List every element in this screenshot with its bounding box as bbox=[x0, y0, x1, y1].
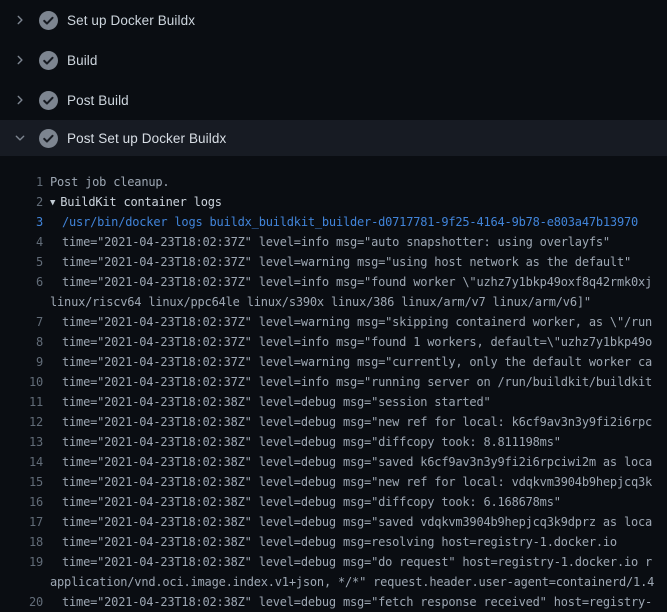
log-line-text: time="2021-04-23T18:02:37Z" level=info m… bbox=[43, 232, 610, 252]
log-line-number[interactable]: 14 bbox=[0, 452, 43, 472]
log-line-number[interactable]: 19 bbox=[0, 552, 43, 572]
log-line-number[interactable]: 9 bbox=[0, 352, 43, 372]
log-line[interactable]: 12time="2021-04-23T18:02:38Z" level=debu… bbox=[0, 412, 667, 432]
log-line[interactable]: 3/usr/bin/docker logs buildx_buildkit_bu… bbox=[0, 212, 667, 232]
group-expanded-triangle-icon[interactable]: ▼ bbox=[50, 193, 55, 212]
log-line-number[interactable]: 10 bbox=[0, 372, 43, 392]
log-line-number[interactable]: 8 bbox=[0, 332, 43, 352]
log-line[interactable]: 4time="2021-04-23T18:02:37Z" level=info … bbox=[0, 232, 667, 252]
actions-log-viewer: Set up Docker Buildx Build Post Build Post … bbox=[0, 0, 667, 600]
log-line[interactable]: 6time="2021-04-23T18:02:37Z" level=info … bbox=[0, 272, 667, 292]
log-line-text: BuildKit container logs bbox=[60, 195, 222, 209]
log-line-number[interactable]: 13 bbox=[0, 432, 43, 452]
log-line[interactable]: application/vnd.oci.image.index.v1+json,… bbox=[0, 572, 667, 592]
step-title: Build bbox=[67, 53, 98, 68]
log-line[interactable]: linux/riscv64 linux/ppc64le linux/s390x … bbox=[0, 292, 667, 312]
log-line-number[interactable]: 18 bbox=[0, 532, 43, 552]
step-row[interactable]: Set up Docker Buildx bbox=[0, 0, 667, 40]
log-line[interactable]: 20time="2021-04-23T18:02:38Z" level=debu… bbox=[0, 592, 667, 612]
log-line[interactable]: 1Post job cleanup. bbox=[0, 172, 667, 192]
chevron-right-icon[interactable] bbox=[12, 52, 28, 68]
log-line-text: time="2021-04-23T18:02:37Z" level=warnin… bbox=[43, 352, 652, 372]
log-line[interactable]: 2 ▼ BuildKit container logs bbox=[0, 192, 667, 212]
check-circle-icon bbox=[38, 90, 58, 110]
log-line[interactable]: 16time="2021-04-23T18:02:38Z" level=debu… bbox=[0, 492, 667, 512]
log-line-number[interactable]: 4 bbox=[0, 232, 43, 252]
log-line-number[interactable]: 16 bbox=[0, 492, 43, 512]
chevron-down-icon[interactable] bbox=[12, 130, 28, 146]
step-row[interactable]: Build bbox=[0, 40, 667, 80]
step-title: Set up Docker Buildx bbox=[67, 13, 195, 28]
log-line-text: time="2021-04-23T18:02:38Z" level=debug … bbox=[43, 492, 561, 512]
log-line-text: time="2021-04-23T18:02:37Z" level=info m… bbox=[43, 272, 652, 292]
step-row[interactable]: Post Set up Docker Buildx bbox=[0, 120, 667, 156]
log-line-number[interactable]: 12 bbox=[0, 412, 43, 432]
log-line-number[interactable]: 3 bbox=[0, 212, 43, 232]
log-line[interactable]: 18time="2021-04-23T18:02:38Z" level=debu… bbox=[0, 532, 667, 552]
log-line[interactable]: 15time="2021-04-23T18:02:38Z" level=debu… bbox=[0, 472, 667, 492]
log-line-text: time="2021-04-23T18:02:37Z" level=info m… bbox=[43, 372, 652, 392]
log-line[interactable]: 10time="2021-04-23T18:02:37Z" level=info… bbox=[0, 372, 667, 392]
log-line-number[interactable]: 1 bbox=[0, 172, 43, 192]
log-line[interactable]: 11time="2021-04-23T18:02:38Z" level=debu… bbox=[0, 392, 667, 412]
log-line-text: time="2021-04-23T18:02:37Z" level=info m… bbox=[43, 332, 652, 352]
chevron-right-icon[interactable] bbox=[12, 92, 28, 108]
log-line-text: time="2021-04-23T18:02:37Z" level=warnin… bbox=[43, 312, 652, 332]
log-line-text: time="2021-04-23T18:02:37Z" level=warnin… bbox=[43, 252, 631, 272]
step-title: Post Build bbox=[67, 93, 129, 108]
log-line[interactable]: 7time="2021-04-23T18:02:37Z" level=warni… bbox=[0, 312, 667, 332]
log-line-wrap-text: linux/riscv64 linux/ppc64le linux/s390x … bbox=[43, 292, 591, 312]
log-line-number[interactable]: 5 bbox=[0, 252, 43, 272]
log-line-text: time="2021-04-23T18:02:38Z" level=debug … bbox=[43, 552, 652, 572]
steps-list: Set up Docker Buildx Build Post Build Post … bbox=[0, 0, 667, 156]
log-line-text: time="2021-04-23T18:02:38Z" level=debug … bbox=[43, 472, 652, 492]
log-line-text: time="2021-04-23T18:02:38Z" level=debug … bbox=[43, 592, 652, 612]
log-line-text: time="2021-04-23T18:02:38Z" level=debug … bbox=[43, 392, 491, 412]
log-line-text: time="2021-04-23T18:02:38Z" level=debug … bbox=[43, 432, 561, 452]
check-circle-icon bbox=[38, 10, 58, 30]
log-line[interactable]: 19time="2021-04-23T18:02:38Z" level=debu… bbox=[0, 552, 667, 572]
log-line-number[interactable]: 20 bbox=[0, 592, 43, 612]
log-line-number[interactable] bbox=[0, 292, 43, 312]
log-line-text: time="2021-04-23T18:02:38Z" level=debug … bbox=[43, 412, 652, 432]
log-line-text: /usr/bin/docker logs buildx_buildkit_bui… bbox=[43, 212, 638, 232]
log-line[interactable]: 14time="2021-04-23T18:02:38Z" level=debu… bbox=[0, 452, 667, 472]
log-line[interactable]: 5time="2021-04-23T18:02:37Z" level=warni… bbox=[0, 252, 667, 272]
log-line-text: time="2021-04-23T18:02:38Z" level=debug … bbox=[43, 452, 652, 472]
log-container: 1Post job cleanup.2 ▼ BuildKit container l… bbox=[0, 156, 667, 612]
log-line-number[interactable] bbox=[0, 572, 43, 592]
step-title: Post Set up Docker Buildx bbox=[67, 131, 226, 146]
chevron-right-icon[interactable] bbox=[12, 12, 28, 28]
log-line-text: time="2021-04-23T18:02:38Z" level=debug … bbox=[43, 532, 617, 552]
log-line[interactable]: 17time="2021-04-23T18:02:38Z" level=debu… bbox=[0, 512, 667, 532]
log-line[interactable]: 9time="2021-04-23T18:02:37Z" level=warni… bbox=[0, 352, 667, 372]
log-line-text: Post job cleanup. bbox=[43, 172, 169, 192]
log-line-number[interactable]: 11 bbox=[0, 392, 43, 412]
check-circle-icon bbox=[38, 128, 58, 148]
log-line-text: time="2021-04-23T18:02:38Z" level=debug … bbox=[43, 512, 652, 532]
log-line[interactable]: 13time="2021-04-23T18:02:38Z" level=debu… bbox=[0, 432, 667, 452]
log-line[interactable]: 8time="2021-04-23T18:02:37Z" level=info … bbox=[0, 332, 667, 352]
check-circle-icon bbox=[38, 50, 58, 70]
log-line-number[interactable]: 7 bbox=[0, 312, 43, 332]
log-line-wrap-text: application/vnd.oci.image.index.v1+json,… bbox=[43, 572, 654, 592]
log-line-number[interactable]: 6 bbox=[0, 272, 43, 292]
log-group-toggle[interactable]: ▼ BuildKit container logs bbox=[43, 192, 222, 212]
step-row[interactable]: Post Build bbox=[0, 80, 667, 120]
log-line-number[interactable]: 2 bbox=[0, 192, 43, 212]
log-line-number[interactable]: 17 bbox=[0, 512, 43, 532]
log-line-number[interactable]: 15 bbox=[0, 472, 43, 492]
